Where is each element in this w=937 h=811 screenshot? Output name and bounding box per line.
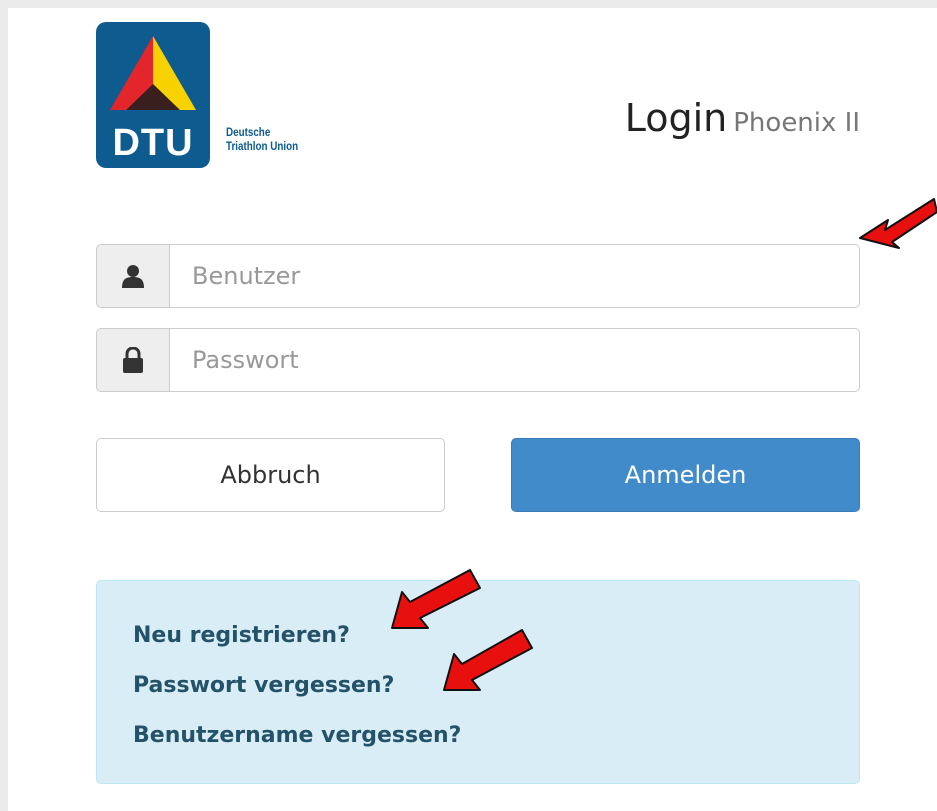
annotation-arrow-username (859, 198, 937, 249)
logo-abbreviation: DTU (112, 122, 194, 164)
page-title-main: Login (624, 96, 728, 140)
page-title-subtitle: Phoenix II (733, 108, 860, 138)
cancel-button[interactable]: Abbruch (96, 438, 445, 512)
logo-name-line1: Deutsche (226, 125, 271, 139)
annotation-arrow-forgot-password (443, 629, 533, 691)
forgot-username-link[interactable]: Benutzername vergessen? (133, 721, 461, 751)
login-button[interactable]: Anmelden (511, 438, 860, 512)
lock-icon (123, 347, 143, 373)
logo-name-line2: Triathlon Union (226, 139, 299, 153)
register-link[interactable]: Neu registrieren? (133, 621, 350, 651)
logo-wordmark: Deutsche Triathlon Union (226, 125, 298, 153)
password-field[interactable] (170, 328, 860, 392)
username-input-group (96, 244, 860, 308)
dtu-logo: DTU (96, 22, 210, 168)
username-field[interactable] (170, 244, 860, 308)
password-input-group (96, 328, 860, 392)
page-title: Login Phoenix II (625, 90, 860, 154)
forgot-password-link[interactable]: Passwort vergessen? (133, 671, 394, 701)
username-addon (96, 244, 170, 308)
password-addon (96, 328, 170, 392)
user-icon (122, 265, 144, 288)
